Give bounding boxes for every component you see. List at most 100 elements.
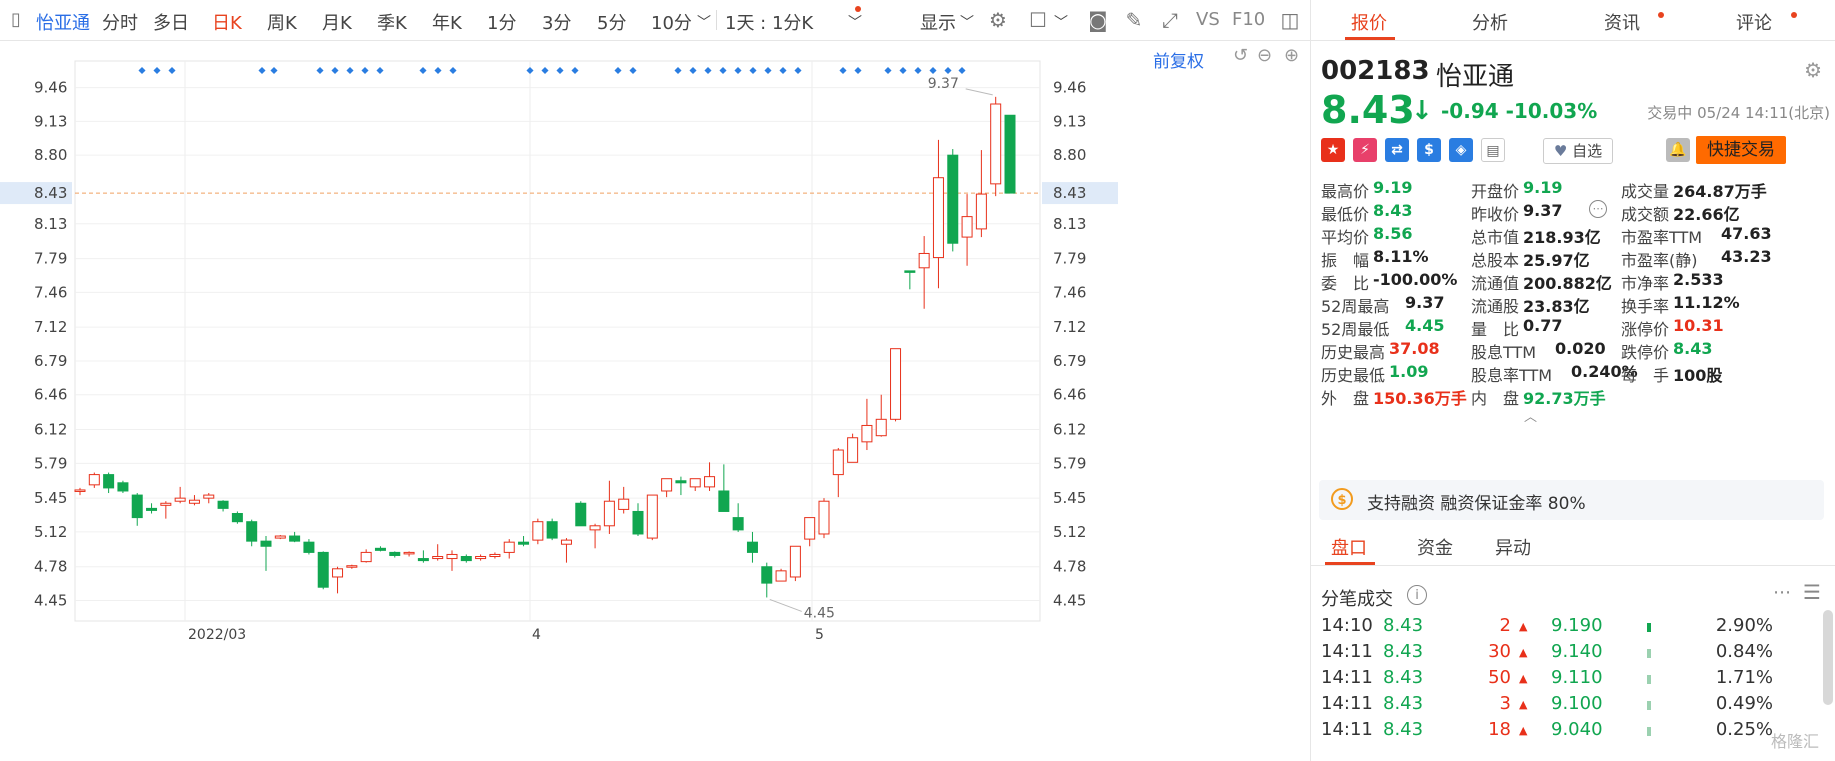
quick-trade-button[interactable]: 快捷交易 <box>1696 136 1786 164</box>
chevron-down-icon[interactable]: ﹀ <box>848 12 862 32</box>
y-tick-label: 4.45 <box>1053 592 1086 610</box>
zoom-in-icon[interactable]: ⊕ <box>1284 45 1299 66</box>
toolbar-divider <box>716 10 717 30</box>
tab-pankou[interactable]: 盘口 <box>1331 534 1367 560</box>
pencil-icon[interactable]: ✎ <box>1122 8 1146 32</box>
trade-time: 14:11 <box>1321 693 1373 714</box>
gear-icon[interactable]: ⚙ <box>986 8 1010 32</box>
gear-icon[interactable]: ⚙ <box>1804 58 1822 82</box>
y-tick-label: 4.78 <box>34 558 67 576</box>
y-tick-label: 6.79 <box>1053 352 1086 370</box>
event-marker <box>674 66 682 75</box>
notebook-icon[interactable]: ▤ <box>1481 138 1505 162</box>
tab-zijin[interactable]: 资金 <box>1417 534 1453 560</box>
period-tab-yuek[interactable]: 月K <box>322 9 352 35</box>
y-tick-label: 8.80 <box>34 146 67 164</box>
stat-value: 8.43 <box>1373 201 1413 220</box>
interval-select[interactable]: 1天 : 1分K <box>725 9 813 35</box>
stat-label: 市盈率TTM <box>1621 228 1703 247</box>
china-flag-icon[interactable]: ★ <box>1321 138 1345 162</box>
period-tab-10min[interactable]: 10分 <box>651 9 692 35</box>
stat-row: 最低价 8.43 昨收价 9.37 成交额 22.66亿 <box>1321 201 1835 224</box>
fullscreen-icon[interactable]: ⤢ <box>1158 8 1182 32</box>
stat-label: 最低价 <box>1321 205 1370 224</box>
watermark-label: 格隆汇 <box>1771 732 1820 751</box>
chevron-down-icon[interactable]: ﹀ <box>1054 12 1068 32</box>
vs-button[interactable]: VS <box>1196 9 1220 30</box>
fq-label[interactable]: 前复权 <box>1153 47 1204 72</box>
y-tick-label: 4.78 <box>1053 558 1086 576</box>
scrollbar[interactable] <box>1823 610 1833 705</box>
kline-chart[interactable]: 9.46 9.13 8.80 8.13 7.79 7.46 7.12 6.79 6.46 6.12… <box>0 41 1310 761</box>
period-tab-3min[interactable]: 3分 <box>542 9 571 35</box>
square-select-icon[interactable]: ☐ <box>1026 8 1050 32</box>
y-tick-label: 5.45 <box>1053 489 1086 507</box>
candle-body <box>332 568 344 578</box>
camera-icon[interactable]: ◙ <box>1086 8 1110 32</box>
more-icon[interactable]: ⋯ <box>1589 200 1607 218</box>
reset-icon[interactable]: ↺ <box>1233 45 1248 66</box>
x-tick-label: 5 <box>815 627 824 643</box>
sidebar-toggle-icon[interactable]: ▯ <box>4 8 28 32</box>
stock-connect-icon[interactable]: ⚡ <box>1353 138 1377 162</box>
candle-body <box>489 553 501 558</box>
period-tab-jik[interactable]: 季K <box>377 9 407 35</box>
stat-value: 23.83亿 <box>1523 297 1590 316</box>
stat-value: 8.11% <box>1373 247 1429 266</box>
dollar-icon[interactable]: $ <box>1417 138 1441 162</box>
chevron-up-icon[interactable]: ︿ <box>1524 406 1537 425</box>
period-tab-duori[interactable]: 多日 <box>153 9 189 35</box>
period-tab-fenshi[interactable]: 分时 <box>102 9 138 35</box>
list-icon[interactable]: ☰ <box>1803 580 1821 604</box>
period-tab-rik[interactable]: 日K <box>212 9 242 35</box>
event-marker <box>914 66 922 75</box>
tab-pinglun[interactable]: 评论 <box>1736 9 1772 35</box>
stock-code: 002183 <box>1321 56 1430 86</box>
chart-marks <box>138 66 966 75</box>
f10-button[interactable]: F10 <box>1232 9 1265 30</box>
stat-value: 43.23 <box>1721 247 1772 266</box>
chevron-down-icon[interactable]: ﹀ <box>697 12 711 32</box>
watchlist-button[interactable]: ♥ 自选 <box>1543 138 1613 164</box>
display-dropdown[interactable]: 显示 <box>920 9 956 35</box>
more-icon[interactable]: ⋯ <box>1773 582 1791 603</box>
trade-pct: 0.49% <box>1715 693 1773 714</box>
period-tab-zhouk[interactable]: 周K <box>267 9 297 35</box>
candle-body <box>661 478 673 492</box>
stat-value: 25.97亿 <box>1523 251 1590 270</box>
period-tab-niank[interactable]: 年K <box>432 9 462 35</box>
y-tick-label: 6.46 <box>34 386 67 404</box>
stock-name: 怡亚通 <box>1436 62 1515 92</box>
y-tick-label: 7.46 <box>34 283 67 301</box>
candle-body <box>990 103 1002 185</box>
tab-baojia[interactable]: 报价 <box>1351 9 1387 35</box>
tab-zixun[interactable]: 资讯 <box>1604 9 1640 35</box>
candle-body <box>875 418 887 437</box>
candle-body <box>503 541 515 553</box>
margin-banner[interactable]: $ 支持融资 融资保证金率 80% <box>1319 480 1824 520</box>
event-marker <box>689 66 697 75</box>
kline-chart-area[interactable]: 9.46 9.13 8.80 8.13 7.79 7.46 7.12 6.79 6.46 6.12… <box>0 41 1310 761</box>
tab-fenxi[interactable]: 分析 <box>1472 9 1508 35</box>
stat-label: 换手率 <box>1621 297 1670 316</box>
chevron-down-icon[interactable]: ﹀ <box>960 12 974 32</box>
event-marker <box>376 66 384 75</box>
tag-icon[interactable]: ◈ <box>1449 138 1473 162</box>
trade-bid: 9.140 <box>1551 641 1603 662</box>
stat-label: 振 幅 <box>1321 251 1370 270</box>
candle-series <box>74 96 1016 598</box>
period-tab-1min[interactable]: 1分 <box>487 9 516 35</box>
notification-dot <box>1791 12 1797 18</box>
panel-toggle-icon[interactable]: ◫ <box>1278 8 1302 32</box>
info-icon[interactable]: i <box>1407 585 1427 605</box>
zoom-out-icon[interactable]: ⊖ <box>1257 45 1272 66</box>
candle-body <box>432 556 444 560</box>
tab-yidong[interactable]: 异动 <box>1495 534 1531 560</box>
candle-body <box>603 500 615 527</box>
bell-icon[interactable]: 🔔 <box>1666 138 1690 162</box>
event-marker <box>899 66 907 75</box>
stat-value: 8.56 <box>1373 224 1413 243</box>
shuffle-icon[interactable]: ⇄ <box>1385 138 1409 162</box>
candle-body <box>446 553 458 560</box>
period-tab-5min[interactable]: 5分 <box>597 9 626 35</box>
